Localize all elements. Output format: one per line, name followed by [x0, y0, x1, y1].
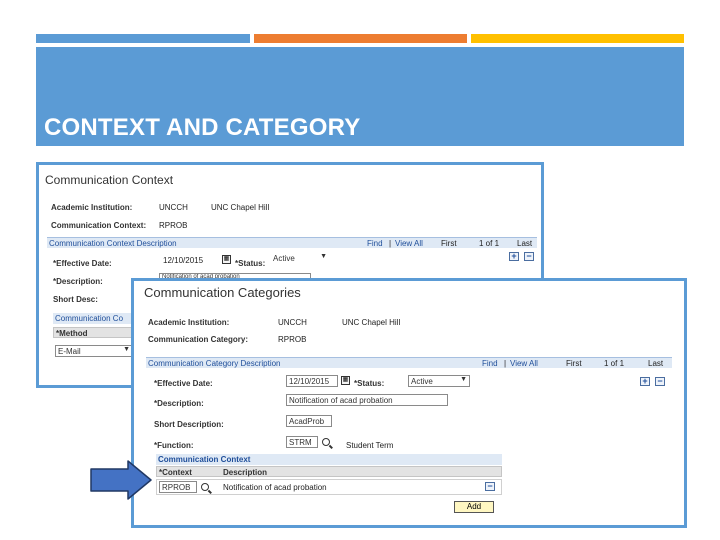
add-button[interactable]: Add — [454, 501, 494, 513]
status-label: *Status: — [354, 379, 385, 388]
grid-title: Communication Co — [55, 314, 124, 323]
short-desc-label: Short Desc: — [53, 295, 98, 304]
table-row: RPROB Notification of acad probation − — [156, 479, 502, 495]
academic-institution-code: UNCCH — [278, 318, 307, 327]
effective-date-label: *Effective Date: — [154, 379, 213, 388]
chevron-down-icon: ▼ — [320, 253, 327, 260]
communication-category-label: Communication Category: — [148, 335, 249, 344]
academic-institution-label: Academic Institution: — [51, 203, 133, 212]
calendar-icon[interactable]: ▦ — [341, 376, 350, 385]
lookup-icon[interactable] — [201, 483, 209, 491]
nav-separator: | — [389, 239, 392, 248]
accent-bar-gold — [471, 34, 684, 43]
first-link[interactable]: First — [441, 239, 457, 248]
remove-row-icon[interactable]: − — [655, 377, 665, 386]
effective-date-value[interactable]: 12/10/2015 — [163, 256, 203, 265]
view-all-link[interactable]: View All — [510, 359, 538, 368]
description-column-header: Description — [223, 468, 268, 477]
find-link[interactable]: Find — [367, 239, 383, 248]
title-banner: CONTEXT AND CATEGORY — [36, 47, 684, 146]
add-row-icon[interactable]: + — [640, 377, 650, 386]
add-row-icon[interactable]: + — [509, 252, 519, 261]
find-link[interactable]: Find — [482, 359, 498, 368]
method-select[interactable]: E-Mail ▼ — [55, 345, 133, 357]
section-title: Communication Context Description — [49, 239, 177, 248]
short-description-label: Short Description: — [154, 420, 224, 429]
function-input[interactable]: STRM — [286, 436, 318, 448]
context-input[interactable]: RPROB — [159, 481, 197, 493]
grid-title-bar: Communication Co — [53, 313, 143, 324]
accent-bar-orange — [254, 34, 467, 43]
callout-arrow-icon — [90, 460, 152, 500]
accent-bar-blue — [36, 34, 250, 43]
context-description: Notification of acad probation — [223, 483, 327, 492]
method-column-header: *Method — [53, 327, 143, 338]
section-header: Communication Category Description Find … — [146, 357, 672, 368]
section-header: Communication Context Description Find |… — [47, 237, 537, 248]
page-title: Communication Categories — [144, 285, 301, 300]
academic-institution-name: UNC Chapel Hill — [342, 318, 401, 327]
grid-title-bar: Communication Context — [156, 454, 502, 465]
slide-title: CONTEXT AND CATEGORY — [44, 114, 361, 141]
grid-title: Communication Context — [158, 455, 251, 464]
description-label: *Description: — [154, 399, 204, 408]
communication-context-label: Communication Context: — [51, 221, 147, 230]
page-info: 1 of 1 — [604, 359, 625, 368]
status-label: *Status: — [235, 259, 266, 268]
last-link[interactable]: Last — [517, 239, 532, 248]
function-description: Student Term — [346, 441, 394, 450]
nav-separator: | — [504, 359, 507, 368]
chevron-down-icon: ▼ — [460, 376, 467, 383]
method-select-value: E-Mail — [58, 347, 81, 356]
academic-institution-code: UNCCH — [159, 203, 188, 212]
method-header: *Method — [56, 329, 88, 338]
view-all-link[interactable]: View All — [395, 239, 423, 248]
status-select[interactable]: Active ▼ — [408, 375, 470, 387]
last-link[interactable]: Last — [648, 359, 663, 368]
effective-date-label: *Effective Date: — [53, 259, 112, 268]
communication-context-value: RPROB — [159, 221, 188, 230]
description-label: *Description: — [53, 277, 103, 286]
chevron-down-icon: ▼ — [123, 346, 130, 353]
short-description-input[interactable]: AcadProb — [286, 415, 332, 427]
function-label: *Function: — [154, 441, 194, 450]
description-input[interactable]: Notification of acad probation — [286, 394, 448, 406]
communication-categories-screenshot: Communication Categories Academic Instit… — [131, 278, 687, 528]
status-select-value: Active — [273, 254, 295, 263]
academic-institution-label: Academic Institution: — [148, 318, 230, 327]
communication-category-value: RPROB — [278, 335, 307, 344]
calendar-icon[interactable]: ▦ — [222, 255, 231, 264]
context-column-header: *Context — [159, 468, 192, 477]
status-select-value: Active — [411, 377, 433, 386]
page-info: 1 of 1 — [479, 239, 500, 248]
academic-institution-name: UNC Chapel Hill — [211, 203, 270, 212]
section-title: Communication Category Description — [148, 359, 281, 368]
remove-row-icon[interactable]: − — [524, 252, 534, 261]
remove-row-icon[interactable]: − — [485, 482, 495, 491]
grid-header-row: *Context Description — [156, 466, 502, 477]
first-link[interactable]: First — [566, 359, 582, 368]
status-select[interactable]: Active ▼ — [271, 253, 329, 265]
effective-date-input[interactable]: 12/10/2015 — [286, 375, 338, 387]
lookup-icon[interactable] — [322, 438, 330, 446]
page-title: Communication Context — [45, 173, 174, 187]
